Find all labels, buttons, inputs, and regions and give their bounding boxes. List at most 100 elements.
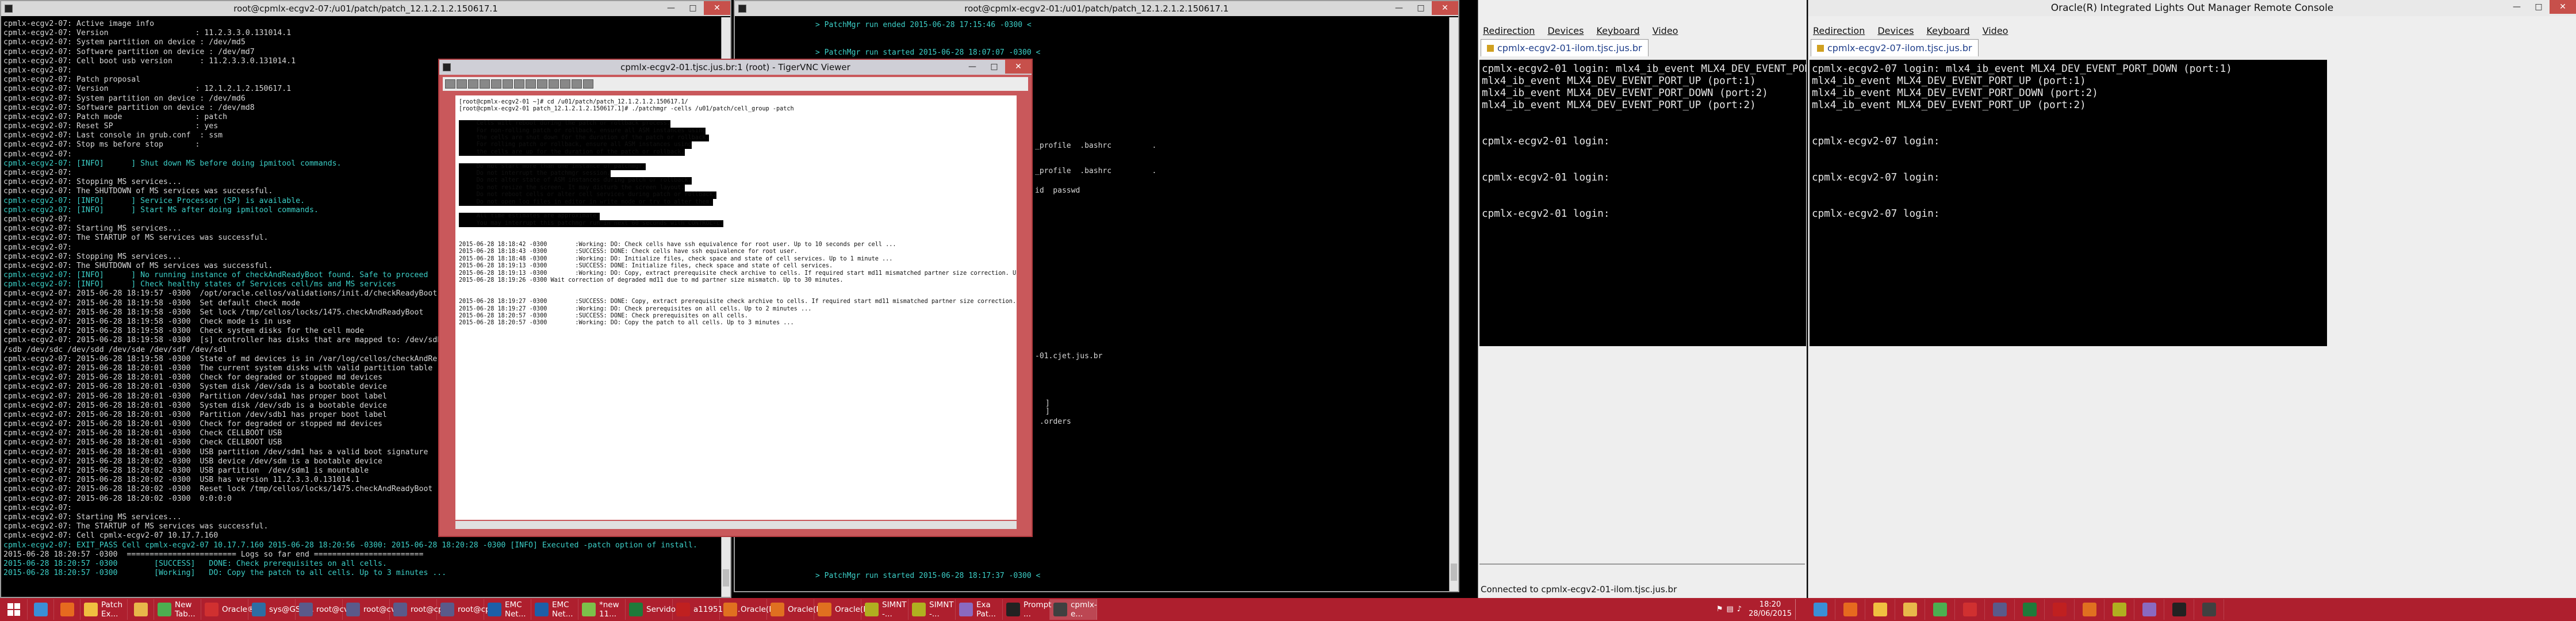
taskbar-pinned-item[interactable] (2134, 599, 2164, 620)
terminal-middle-titlebar[interactable]: root@cpmlx-ecgv2-01:/u01/patch/patch_12.… (735, 1, 1458, 16)
flag-icon[interactable]: ⚑ (1716, 605, 1723, 614)
taskbar-pinned-item[interactable] (2075, 599, 2104, 620)
taskbar-item[interactable]: *new 11... (578, 599, 626, 620)
options-icon[interactable] (468, 79, 478, 89)
taskbar-item-label: Patch Ex... (101, 600, 123, 619)
menu-keyboard[interactable]: Keyboard (1926, 25, 1969, 36)
taskbar-item[interactable]: SIMNT -... (861, 599, 908, 620)
menu-redirection[interactable]: Redirection (1483, 25, 1535, 36)
taskbar-item[interactable]: root@cv... (343, 599, 402, 620)
refresh-icon[interactable] (491, 79, 501, 89)
taskbar-pinned-item[interactable] (1925, 599, 1955, 620)
ilom-left-tab[interactable]: cpmlx-ecgv2-01-ilom.tjsc.jus.br (1481, 39, 1649, 56)
taskbar-item[interactable]: Servidore... (626, 599, 691, 620)
taskbar-pinned-item[interactable] (2164, 599, 2194, 620)
maximize-button[interactable]: □ (682, 1, 704, 15)
info-icon[interactable] (480, 79, 490, 89)
vnc-titlebar[interactable]: cpmlx-ecgv2-01.tjsc.jus.br:1 (root) - Ti… (439, 60, 1032, 75)
menu-keyboard[interactable]: Keyboard (1596, 25, 1639, 36)
clock[interactable]: 18:20 28/06/2015 (1749, 600, 1792, 619)
ilom-right-tab[interactable]: cpmlx-ecgv2-07-ilom.tjsc.jus.br (1811, 39, 1979, 56)
taskbar-pinned-item[interactable] (1895, 599, 1925, 620)
fullscreen-icon[interactable] (583, 79, 593, 89)
taskbar-item[interactable]: a11951.pr... (673, 599, 740, 620)
taskbar-item[interactable]: root@cv... (296, 599, 355, 620)
ctrl-key-icon[interactable] (503, 79, 513, 89)
minimize-button[interactable]: — (1388, 1, 1410, 15)
maximize-button[interactable]: □ (983, 60, 1005, 74)
taskbar-item[interactable]: Oracle(R)... (720, 599, 785, 620)
warning-line: Cells will reboot during the patch or ro… (459, 120, 671, 128)
close-button[interactable]: ✕ (2550, 0, 2576, 14)
taskbar-item[interactable]: root@cp... (390, 599, 450, 620)
taskbar-item-label: New Tab... (175, 600, 195, 619)
ilom-left-screen[interactable]: cpmlx-ecgv2-01 login: mlx4_ib_event MLX4… (1479, 60, 1806, 346)
taskbar-item[interactable]: Prompt ... (1003, 599, 1051, 620)
taskbar-pinned-item[interactable] (1955, 599, 1985, 620)
ctrl-alt-del-icon[interactable] (526, 79, 536, 89)
close-button[interactable]: ✕ (1005, 60, 1032, 74)
taskbar-item[interactable]: EMC Net... (484, 599, 531, 620)
ilom-right-screen[interactable]: cpmlx-ecgv2-07 login: mlx4_ib_event MLX4… (1810, 60, 2327, 346)
menu-video[interactable]: Video (1653, 25, 1678, 36)
taskbar-pinned-item[interactable] (2015, 599, 2045, 620)
ilom-console-right[interactable]: Oracle(R) Integrated Lights Out Manager … (1808, 0, 2576, 598)
side-fragment-4: -01.cjet.jus.br (1035, 352, 1103, 361)
taskbar-item[interactable] (28, 599, 54, 620)
putty-icon (393, 603, 407, 616)
zoom-out-icon[interactable] (549, 79, 559, 89)
taskbar-item[interactable]: Exa Pat... (956, 599, 1003, 620)
menu-devices[interactable]: Devices (1547, 25, 1584, 36)
volume-icon[interactable]: ♪ (1737, 605, 1742, 614)
taskbar-item[interactable]: Oracle®... (201, 599, 262, 620)
zoom-fit-icon[interactable] (572, 79, 582, 89)
taskbar-item[interactable] (128, 599, 154, 620)
alt-key-icon[interactable] (514, 79, 524, 89)
start-button[interactable] (0, 599, 28, 620)
zoom-in-icon[interactable] (537, 79, 547, 89)
taskbar-item[interactable]: sys@GSG... (248, 599, 314, 620)
terminal-left-titlebar[interactable]: root@cpmlx-ecgv2-07:/u01/patch/patch_12.… (1, 1, 730, 16)
taskbar-pinned-item[interactable] (1985, 599, 2015, 620)
taskbar-pinned-item[interactable] (2104, 599, 2134, 620)
taskbar-pinned-item[interactable] (1835, 599, 1865, 620)
taskbar-item[interactable]: root@cp... (437, 599, 497, 620)
taskbar-item[interactable]: Patch Ex... (80, 599, 128, 620)
cmd-icon (2172, 603, 2186, 616)
menu-video[interactable]: Video (1983, 25, 2008, 36)
menu-devices[interactable]: Devices (1877, 25, 1914, 36)
taskbar-item[interactable]: New Tab... (154, 599, 201, 620)
close-button[interactable]: ✕ (704, 1, 730, 15)
taskbar-item[interactable]: cpmlx-e... (1050, 599, 1097, 620)
taskbar-item[interactable]: Oracle(R)... (767, 599, 832, 620)
maximize-button[interactable]: □ (2528, 0, 2550, 14)
log-line: 2015-06-28 18:19:27 -0300 :Working: DO: … (459, 305, 812, 312)
save-icon[interactable] (457, 79, 467, 89)
taskbar-item[interactable] (54, 599, 80, 620)
vnc-horizontal-scrollbar[interactable] (455, 521, 1017, 529)
taskbar-item[interactable]: Oracle(R)... (814, 599, 879, 620)
network-icon[interactable]: ▤ (1726, 605, 1733, 614)
new-connection-icon[interactable] (445, 79, 455, 89)
ilom-window-titlebar[interactable]: Oracle(R) Integrated Lights Out Manager … (1808, 0, 2576, 16)
vnc-viewer-window[interactable]: cpmlx-ecgv2-01.tjsc.jus.br:1 (root) - Ti… (438, 59, 1033, 537)
taskbar-item[interactable]: SIMNT -... (908, 599, 956, 620)
taskbar-item[interactable]: EMC Net... (531, 599, 578, 620)
taskbar-pinned-item[interactable] (2194, 599, 2224, 620)
side-fragment-7: .orders (1040, 417, 1071, 426)
vnc-remote-screen[interactable]: [root@cpmlx-ecgv2-01 ~]# cd /u01/patch/p… (455, 95, 1017, 520)
menu-redirection[interactable]: Redirection (1813, 25, 1865, 36)
terminal-middle-scrollbar[interactable] (1449, 17, 1458, 591)
taskbar-pinned-item[interactable] (1805, 599, 1835, 620)
minimize-button[interactable]: — (2506, 0, 2528, 14)
maximize-button[interactable]: □ (1410, 1, 1432, 15)
taskbar-pinned-item[interactable] (1865, 599, 1895, 620)
minimize-button[interactable]: — (961, 60, 983, 74)
show-desktop-button[interactable] (1795, 599, 1800, 620)
ilom-console-left[interactable]: Redirection Devices Keyboard Video cpmlx… (1478, 0, 1807, 598)
taskbar-item-label: *new 11... (599, 600, 619, 619)
minimize-button[interactable]: — (660, 1, 682, 15)
zoom-100-icon[interactable] (560, 79, 570, 89)
taskbar-pinned-item[interactable] (2045, 599, 2075, 620)
close-button[interactable]: ✕ (1432, 1, 1458, 15)
